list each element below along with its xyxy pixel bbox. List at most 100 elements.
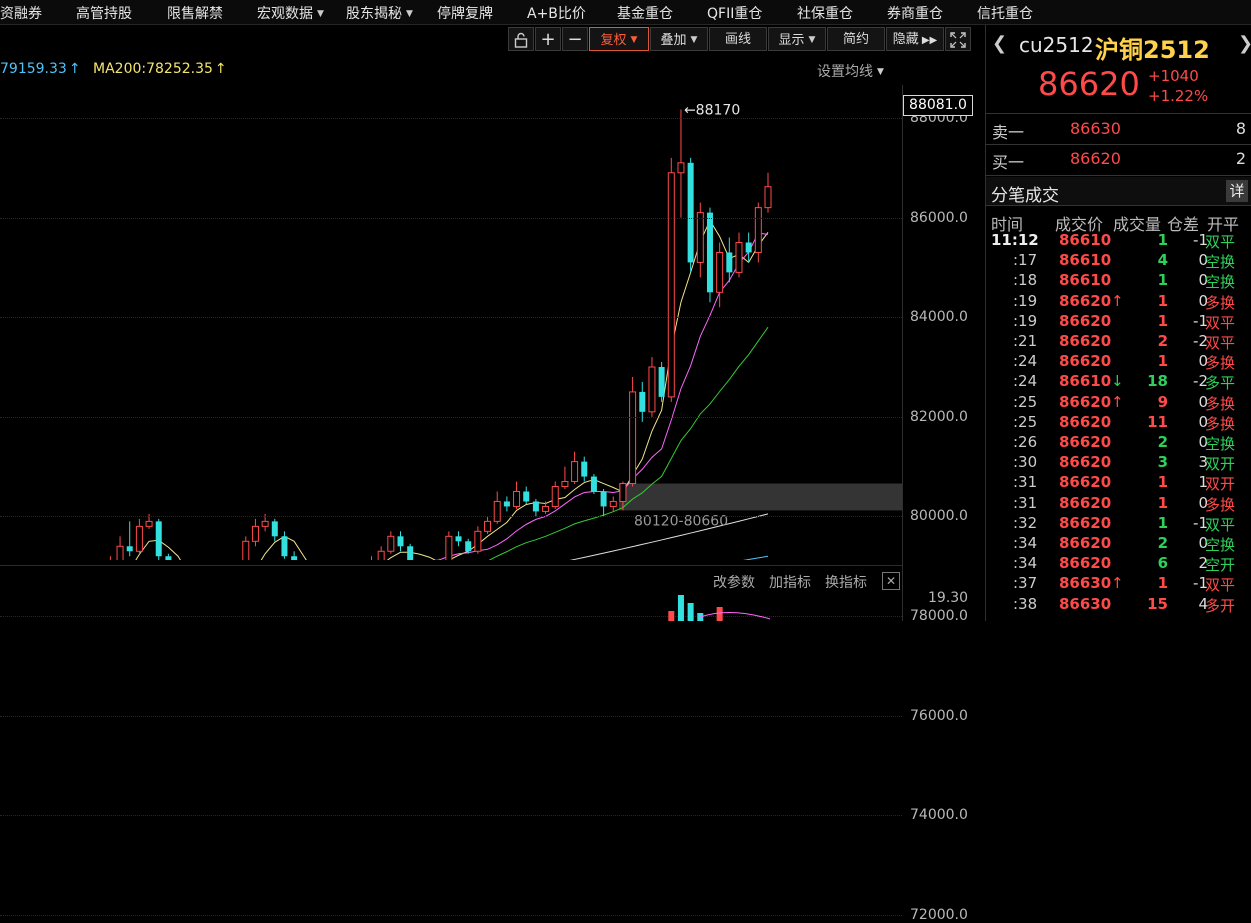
nav-item-3[interactable]: 宏观数据 ▼ [257, 3, 324, 23]
diejia-dropdown[interactable]: 叠加 ▼ [650, 27, 708, 51]
tick-vol: 1 [1157, 231, 1168, 249]
caret-down-icon: ▼ [630, 35, 638, 45]
tick-vol: 18 [1147, 372, 1168, 391]
ma-partial-value: 79159.33 [0, 61, 67, 77]
tick-row: :26 86620 2 0 空换 [986, 433, 1251, 453]
candle [165, 553, 172, 560]
tick-type: 空换 [1205, 253, 1236, 272]
tick-price: 86620 [1059, 392, 1112, 411]
nav-item-10[interactable]: 券商重仓 [887, 3, 943, 23]
divider [986, 144, 1251, 145]
price-tick-label: 80000.0 [910, 508, 968, 525]
bid-volume: 2 [1235, 149, 1246, 168]
quote-panel: ❮ ❯ cu2512 沪铜2512 86620 +1040 +1.22% 卖一 … [985, 25, 1251, 621]
nav-item-2[interactable]: 限售解禁 [167, 3, 223, 23]
nav-item-1[interactable]: 高管持股 [76, 3, 132, 23]
candle [726, 237, 733, 283]
setting-ma-label: 设置均线 [817, 64, 873, 80]
candle [455, 531, 462, 547]
indicator-bar [677, 595, 684, 621]
nav-item-5[interactable]: 停牌复牌 [437, 3, 493, 23]
jianyue-button[interactable]: 简约 [827, 27, 885, 51]
tick-vol: 11 [1147, 412, 1168, 431]
candle [271, 518, 278, 542]
price-tick-label: 82000.0 [910, 408, 968, 425]
tick-price: 86620 [1059, 493, 1112, 512]
contract-name: 沪铜2512 [1095, 36, 1210, 64]
tick-price: 86630 [1059, 574, 1112, 593]
tick-type: 多换 [1205, 394, 1236, 413]
tick-vol: 4 [1157, 251, 1168, 270]
candle [387, 531, 395, 554]
candle [667, 157, 675, 402]
candle [581, 456, 588, 482]
tick-price: 86610 [1059, 231, 1112, 249]
chevron-right-icon[interactable]: ❯ [1238, 33, 1251, 54]
tick-arrow: ↑ [1111, 291, 1124, 310]
candle [590, 474, 597, 494]
lock-button[interactable] [508, 27, 534, 51]
tick-arrow: ↓ [1111, 372, 1124, 391]
nav-item-11[interactable]: 信托重仓 [977, 3, 1033, 23]
candle [109, 556, 111, 560]
ask-price: 86630 [1070, 119, 1121, 138]
candle [764, 172, 772, 213]
tick-row: :32 86620 1 -1 双平 [986, 514, 1251, 534]
yincang-button[interactable]: 隐藏 ▶▶ [886, 27, 944, 51]
close-icon[interactable]: ✕ [882, 572, 900, 590]
tick-type: 多换 [1205, 495, 1236, 514]
nav-item-7[interactable]: 基金重仓 [617, 3, 673, 23]
candle [493, 491, 501, 524]
ma200-value: MA200:78252.35 [93, 61, 213, 77]
ma-legend: 79159.33 ↑ MA200:78252.35 ↑ [0, 61, 227, 77]
chevron-left-icon[interactable]: ❮ [992, 33, 1007, 54]
divider [986, 113, 1251, 114]
caret-down-icon: ▼ [690, 35, 698, 45]
tick-type: 空换 [1205, 273, 1236, 292]
grid-line [0, 118, 902, 119]
candle [503, 496, 510, 512]
grid-line [0, 317, 902, 319]
candle [600, 489, 607, 517]
candle [116, 536, 124, 560]
fullscreen-button[interactable] [945, 27, 971, 51]
tick-row: :25 86620 ↑ 9 0 多换 [986, 393, 1251, 413]
ticks-detail-button[interactable]: 详 [1226, 180, 1248, 202]
tick-price: 86620 [1059, 311, 1112, 330]
contract-code: cu2512 [1019, 33, 1094, 57]
jiazhibiao-button[interactable]: 加指标 [769, 572, 811, 592]
tick-time: :19 [1013, 291, 1038, 310]
tick-price: 86620 [1059, 433, 1112, 451]
huaxian-button[interactable]: 画线 [709, 27, 767, 51]
xianshi-dropdown[interactable]: 显示 ▼ [768, 27, 826, 51]
nav-item-6[interactable]: A+B比价 [527, 3, 586, 23]
zoom-in-button[interactable]: + [535, 27, 561, 51]
nav-item-4[interactable]: 股东揭秘 ▼ [346, 3, 413, 23]
fuquan-dropdown[interactable]: 复权 ▼ [589, 27, 649, 51]
tick-price: 86620 [1059, 473, 1112, 492]
candle [242, 536, 250, 560]
fullscreen-icon [950, 32, 966, 48]
candle [465, 538, 472, 554]
tick-type: 空换 [1205, 435, 1236, 453]
tick-time: :25 [1013, 392, 1038, 411]
tick-time: :21 [1013, 332, 1038, 350]
tick-time: :24 [1013, 372, 1038, 391]
nav-item-8[interactable]: QFII重仓 [707, 3, 762, 23]
nav-item-9[interactable]: 社保重仓 [797, 3, 853, 23]
tick-row: :37 86630 ↑ 1 -1 双平 [986, 574, 1251, 594]
gaicanshu-button[interactable]: 改参数 [713, 572, 755, 592]
ticks-title: 分笔成交 [991, 186, 1059, 206]
price-range-band [618, 483, 902, 511]
candle [523, 486, 530, 504]
zoom-out-button[interactable]: − [562, 27, 588, 51]
grid-line [0, 815, 902, 817]
setting-ma-button[interactable]: 设置均线 ▼ [817, 61, 884, 81]
tick-vol: 1 [1157, 271, 1168, 290]
tick-time: :26 [1013, 433, 1038, 451]
huanzhibiao-button[interactable]: 换指标 [825, 572, 867, 592]
fuquan-label: 复权 [600, 33, 627, 48]
tick-row: :17 86610 4 0 空换 [986, 251, 1251, 271]
nav-item-0[interactable]: 资融券 [0, 3, 42, 23]
price-tick-label: 78000.0 [910, 608, 968, 624]
